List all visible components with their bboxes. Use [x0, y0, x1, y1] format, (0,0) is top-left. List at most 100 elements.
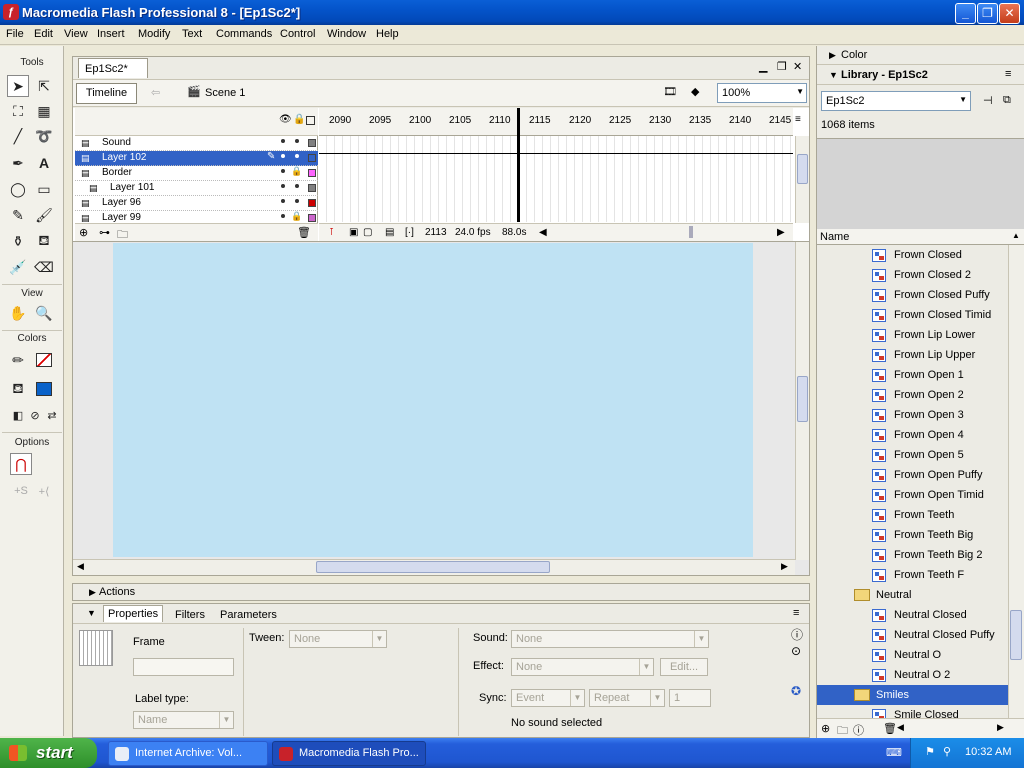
paint-bucket-tool-icon[interactable]: ⛾	[33, 230, 55, 252]
straighten-icon[interactable]: +⟨	[33, 480, 55, 502]
stage-vertical-scrollbar[interactable]	[795, 242, 809, 560]
eye-icon[interactable]: 👁	[279, 114, 292, 125]
scroll-left-icon[interactable]: ◀	[897, 722, 904, 733]
line-tool-icon[interactable]: ╱	[7, 125, 29, 147]
visibility-toggle[interactable]	[281, 154, 285, 158]
list-item[interactable]: Frown Teeth	[817, 505, 1009, 525]
smooth-icon[interactable]: +S	[10, 480, 32, 502]
tween-select[interactable]: None ▼	[289, 630, 387, 648]
visibility-toggle[interactable]	[281, 139, 285, 143]
list-item[interactable]: Frown Closed Timid	[817, 305, 1009, 325]
frame-scroll-thumb[interactable]	[689, 226, 693, 238]
lock-icon[interactable]: 🔒	[293, 114, 305, 125]
eyedropper-tool-icon[interactable]: 💉	[7, 256, 29, 278]
frame-grid[interactable]	[319, 136, 793, 222]
outline-color-swatch[interactable]	[308, 139, 316, 147]
lock-icon[interactable]: 🔒	[291, 166, 302, 177]
menu-view[interactable]: View	[64, 28, 88, 40]
list-item[interactable]: Frown Open 1	[817, 365, 1009, 385]
list-item[interactable]: Frown Open 4	[817, 425, 1009, 445]
back-arrow-icon[interactable]: ⇦	[151, 86, 160, 99]
doc-close-icon[interactable]: ✕	[793, 60, 802, 73]
free-transform-tool-icon[interactable]: ⛶	[7, 100, 29, 122]
menu-insert[interactable]: Insert	[97, 28, 125, 40]
tab-parameters[interactable]: Parameters	[220, 609, 277, 621]
hand-tool-icon[interactable]: ✋	[7, 302, 29, 324]
frame-ruler[interactable]: 2090 2095 2100 2105 2110 2115 2120 2125 2130 2135…	[319, 108, 801, 136]
list-item[interactable]: Frown Open 2	[817, 385, 1009, 405]
delete-icon[interactable]: 🗑	[883, 722, 897, 735]
delete-layer-icon[interactable]: 🗑	[297, 226, 311, 239]
add-guide-layer-icon[interactable]: ⊶	[99, 226, 110, 239]
scroll-thumb[interactable]	[797, 154, 808, 184]
pin-library-icon[interactable]: ⊣	[983, 94, 993, 107]
list-item[interactable]: Neutral O 2	[817, 665, 1009, 685]
onion-outline-icon[interactable]: ▢	[363, 227, 372, 238]
scroll-right-icon[interactable]: ▶	[997, 722, 1004, 733]
list-item[interactable]: Frown Open Puffy	[817, 465, 1009, 485]
menu-commands[interactable]: Commands	[216, 28, 272, 40]
list-item[interactable]: Frown Open Timid	[817, 485, 1009, 505]
menu-file[interactable]: File	[6, 28, 24, 40]
document-tab[interactable]: Ep1Sc2*	[78, 58, 148, 78]
edit-actions-icon[interactable]: ⊙	[791, 644, 801, 658]
lock-toggle[interactable]	[295, 154, 299, 158]
repeat-select[interactable]: Repeat ▼	[589, 689, 665, 707]
scroll-thumb[interactable]	[316, 561, 550, 573]
keyboard-icon[interactable]: ⌨	[886, 746, 902, 759]
visibility-toggle[interactable]	[281, 169, 285, 173]
color-panel-header[interactable]: ▶ Color	[817, 46, 1024, 65]
outline-color-swatch[interactable]	[308, 184, 316, 192]
zoom-tool-icon[interactable]: 🔍	[33, 302, 55, 324]
visibility-toggle[interactable]	[281, 214, 285, 218]
zoom-select[interactable]: 100% ▼	[717, 83, 807, 103]
minimize-button[interactable]: _	[955, 3, 976, 24]
menu-edit[interactable]: Edit	[34, 28, 53, 40]
swap-colors-icon[interactable]: ⇄	[41, 404, 63, 426]
list-item[interactable]: Neutral Closed Puffy	[817, 625, 1009, 645]
pen-tool-icon[interactable]: ✒	[7, 152, 29, 174]
brush-tool-icon[interactable]: 🖌	[33, 204, 55, 226]
subselection-tool-icon[interactable]: ⇱	[33, 75, 55, 97]
outline-color-swatch[interactable]	[308, 154, 316, 162]
network-icon[interactable]: ⚑	[925, 745, 935, 758]
properties-icon[interactable]: ⓘ	[853, 722, 864, 738]
lock-toggle[interactable]	[295, 184, 299, 188]
eraser-tool-icon[interactable]: ⌫	[33, 256, 55, 278]
outline-color-swatch[interactable]	[308, 199, 316, 207]
new-symbol-icon[interactable]: ⊕	[821, 722, 830, 735]
maximize-button[interactable]: ❐	[977, 3, 998, 24]
close-button[interactable]: ✕	[999, 3, 1020, 24]
panel-menu-icon[interactable]: ≡	[1005, 68, 1011, 80]
frame-name-input[interactable]	[133, 658, 234, 676]
list-item[interactable]: Frown Closed Puffy	[817, 285, 1009, 305]
edit-sound-button[interactable]: Edit...	[660, 658, 708, 676]
visibility-toggle[interactable]	[281, 199, 285, 203]
ink-bottle-tool-icon[interactable]: ⚱	[7, 230, 29, 252]
stage-area[interactable]: ◀ ▶	[73, 241, 809, 575]
playhead[interactable]	[517, 108, 520, 222]
tab-properties[interactable]: Properties	[103, 605, 164, 622]
stroke-color-icon[interactable]: ✏	[7, 349, 29, 371]
edit-scene-icon[interactable]: 🎞	[663, 85, 677, 98]
lock-icon[interactable]: 🔒	[291, 211, 302, 222]
sort-icon[interactable]: ▲	[1012, 231, 1020, 240]
fill-color-swatch[interactable]	[33, 378, 55, 400]
outline-color-swatch[interactable]	[308, 214, 316, 222]
insert-layer-icon[interactable]: ⊕	[79, 226, 88, 239]
new-library-panel-icon[interactable]: ⧉	[1003, 94, 1011, 107]
flash-app-icon[interactable]: ƒ	[3, 4, 19, 20]
library-select[interactable]: Ep1Sc2 ▼	[821, 91, 971, 111]
list-item[interactable]: Smiles	[817, 685, 1009, 705]
menu-window[interactable]: Window	[327, 28, 366, 40]
tab-filters[interactable]: Filters	[175, 609, 205, 621]
scroll-thumb[interactable]	[797, 376, 808, 422]
oval-tool-icon[interactable]: ◯	[7, 178, 29, 200]
menu-modify[interactable]: Modify	[138, 28, 170, 40]
list-item[interactable]: Frown Teeth Big	[817, 525, 1009, 545]
rectangle-tool-icon[interactable]: ▭	[33, 178, 55, 200]
list-item[interactable]: Frown Lip Lower	[817, 325, 1009, 345]
text-tool-icon[interactable]: A	[33, 152, 55, 174]
help-icon[interactable]: ⓘ	[791, 626, 803, 643]
list-item[interactable]: Frown Teeth Big 2	[817, 545, 1009, 565]
